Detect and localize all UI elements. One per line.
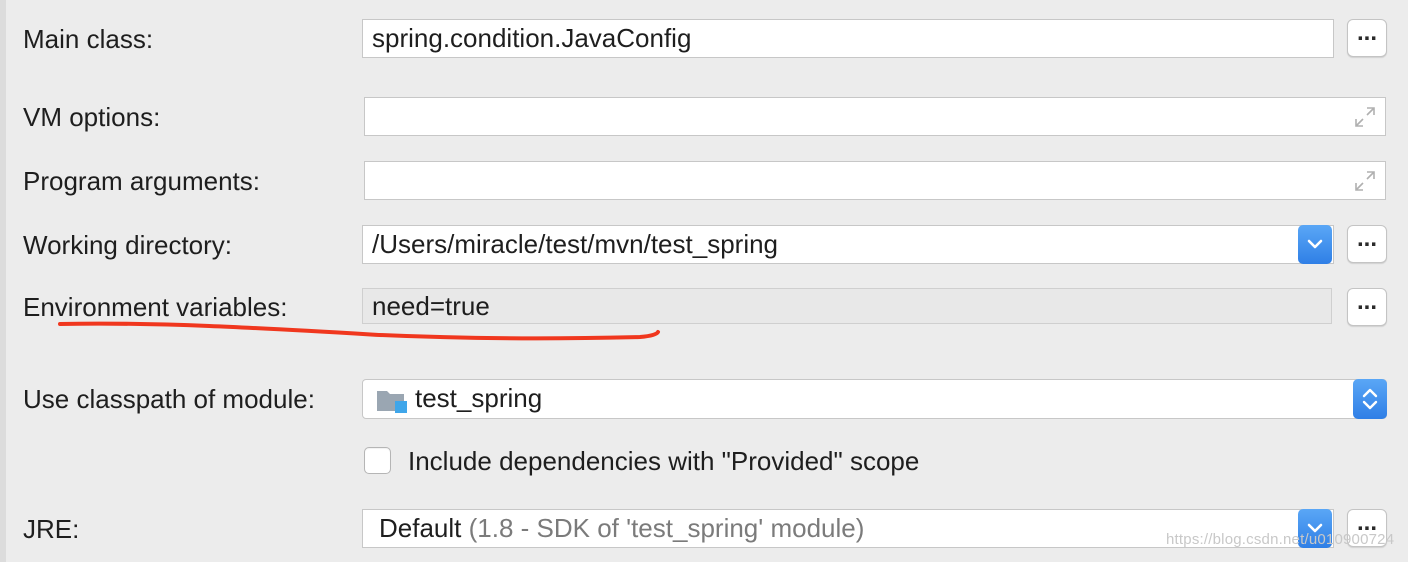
red-underline-annotation bbox=[58, 321, 660, 341]
vm-options-input[interactable] bbox=[364, 97, 1386, 136]
working-directory-dropdown-button[interactable] bbox=[1298, 225, 1332, 264]
folder-module-icon bbox=[377, 391, 407, 413]
classpath-module-select[interactable]: test_spring bbox=[362, 379, 1387, 419]
include-provided-checkbox[interactable] bbox=[364, 447, 391, 474]
classpath-module-label: Use classpath of module: bbox=[23, 384, 315, 414]
main-class-input[interactable]: spring.condition.JavaConfig bbox=[362, 19, 1334, 58]
main-class-label: Main class: bbox=[23, 24, 154, 54]
include-provided-label: Include dependencies with "Provided" sco… bbox=[408, 446, 920, 476]
expand-icon[interactable] bbox=[1353, 105, 1377, 129]
classpath-module-stepper-button[interactable] bbox=[1353, 379, 1387, 419]
program-arguments-label: Program arguments: bbox=[23, 166, 260, 196]
working-directory-label: Working directory: bbox=[23, 230, 233, 260]
working-directory-browse-button[interactable]: ... bbox=[1347, 225, 1387, 263]
jre-label: JRE: bbox=[23, 514, 80, 544]
watermark-text: https://blog.csdn.net/u010900724 bbox=[1166, 531, 1395, 548]
vm-options-label: VM options: bbox=[23, 102, 161, 132]
main-class-browse-button[interactable]: ... bbox=[1347, 19, 1387, 57]
environment-variables-label: Environment variables: bbox=[23, 292, 288, 322]
working-directory-input[interactable]: /Users/miracle/test/mvn/test_spring bbox=[362, 225, 1334, 264]
jre-detail: (1.8 - SDK of 'test_spring' module) bbox=[468, 513, 865, 543]
classpath-module-value: test_spring bbox=[415, 383, 543, 413]
environment-variables-browse-button[interactable]: ... bbox=[1347, 288, 1387, 326]
chevron-up-down-icon bbox=[1362, 388, 1378, 410]
window-edge bbox=[0, 0, 6, 562]
chevron-down-icon bbox=[1307, 239, 1323, 249]
jre-value: Default bbox=[379, 513, 462, 543]
expand-icon[interactable] bbox=[1353, 169, 1377, 193]
program-arguments-input[interactable] bbox=[364, 161, 1386, 200]
environment-variables-input[interactable]: need=true bbox=[362, 288, 1332, 324]
